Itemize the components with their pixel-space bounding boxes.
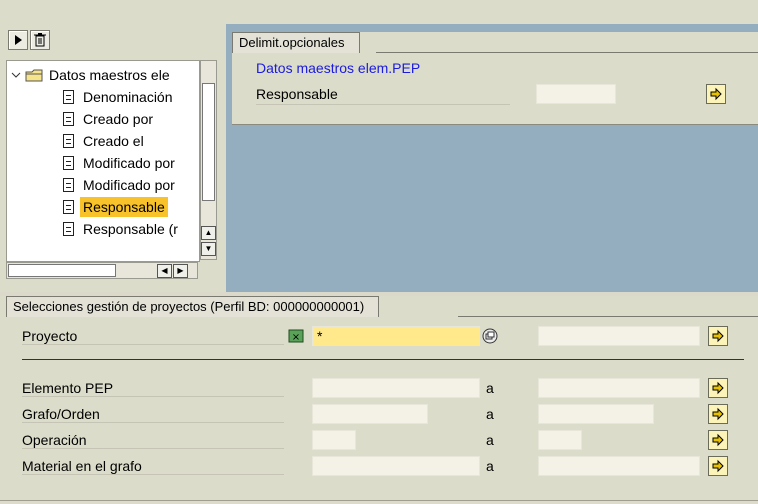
tree-horizontal-scrollbar[interactable]: ◀ ▶ — [6, 262, 198, 279]
tree-root-label: Datos maestros ele — [49, 67, 170, 83]
tab-divider — [458, 316, 758, 317]
operation-from-input[interactable] — [312, 430, 356, 450]
field-underline — [22, 396, 284, 397]
network-material-to-input[interactable] — [538, 456, 700, 476]
top-strip — [0, 0, 758, 24]
operation-multiple-selection-button[interactable] — [708, 430, 728, 450]
optional-delimitations-panel: Delimit.opcionales Datos maestros elem.P… — [232, 32, 758, 125]
tree-item-label: Denominación — [83, 89, 173, 105]
network-order-from-input[interactable] — [312, 404, 428, 424]
tab-optional-delimitations[interactable]: Delimit.opcionales — [232, 32, 360, 53]
svg-text:×: × — [292, 332, 300, 343]
range-separator: a — [486, 406, 494, 422]
tab-project-selections[interactable]: Selecciones gestión de proyectos (Perfil… — [6, 296, 380, 317]
range-separator: a — [486, 432, 494, 448]
range-separator: a — [486, 380, 494, 396]
field-underline — [22, 474, 284, 475]
wbs-element-from-input[interactable] — [312, 378, 480, 398]
tree-item[interactable]: Creado por — [7, 109, 199, 129]
project-multiple-selection-button[interactable] — [708, 326, 728, 346]
arrow-right-icon — [712, 407, 724, 421]
document-icon — [63, 134, 74, 148]
document-icon — [63, 156, 74, 170]
tree-item[interactable]: Modificado por — [7, 175, 199, 195]
arrow-right-icon — [712, 381, 724, 395]
arrow-right-icon — [710, 87, 722, 101]
tree-item-label: Responsable (r — [83, 221, 178, 237]
responsable-input[interactable] — [536, 84, 616, 104]
wbs-element-multiple-selection-button[interactable] — [708, 378, 728, 398]
tree-root[interactable]: Datos maestros ele — [7, 65, 199, 85]
document-icon — [63, 200, 74, 214]
tree-view: Datos maestros ele Denominación Creado p… — [6, 60, 200, 262]
document-icon — [63, 222, 74, 236]
tree-item-label: Creado por — [83, 111, 154, 127]
field-label-responsable: Responsable — [256, 86, 338, 102]
scroll-thumb[interactable] — [8, 264, 116, 277]
delete-button[interactable] — [30, 30, 50, 50]
document-icon — [63, 90, 74, 104]
project-input[interactable]: * — [312, 326, 480, 346]
tree-item[interactable]: Creado el — [7, 131, 199, 151]
tree-panel: Datos maestros ele Denominación Creado p… — [0, 24, 226, 292]
tree-item-selected[interactable]: Responsable — [7, 197, 199, 217]
multiple-selection-icon[interactable] — [482, 328, 498, 344]
selection-panel: Selecciones gestión de proyectos (Perfil… — [0, 296, 758, 504]
tab-divider — [376, 52, 758, 53]
scroll-right-button[interactable]: ▶ — [173, 264, 188, 278]
wbs-element-to-input[interactable] — [538, 378, 700, 398]
network-order-to-input[interactable] — [538, 404, 654, 424]
trash-icon — [34, 33, 46, 47]
network-order-label: Grafo/Orden — [22, 406, 100, 422]
operation-label: Operación — [22, 432, 87, 448]
tree-item-label: Creado el — [83, 133, 144, 149]
tree-vertical-scrollbar[interactable]: ▲ ▼ — [200, 60, 217, 260]
scroll-thumb[interactable] — [202, 83, 215, 201]
scroll-up-button[interactable]: ▲ — [201, 226, 216, 240]
scroll-left-button[interactable]: ◀ — [157, 264, 172, 278]
match-code-icon[interactable]: × — [288, 328, 304, 344]
tree-item[interactable]: Denominación — [7, 87, 199, 107]
wbs-element-label: Elemento PEP — [22, 380, 114, 396]
expand-chevron-icon[interactable] — [11, 70, 21, 80]
arrow-right-icon — [712, 329, 724, 343]
arrow-right-icon — [712, 433, 724, 447]
network-material-label: Material en el grafo — [22, 458, 142, 474]
field-underline — [22, 422, 284, 423]
tree-item[interactable]: Modificado por — [7, 153, 199, 173]
project-label: Proyecto — [22, 328, 78, 344]
tree-item-label: Responsable — [80, 197, 168, 217]
panel-bottom-border — [0, 500, 758, 501]
range-separator: a — [486, 458, 494, 474]
field-underline — [22, 448, 284, 449]
tree-item-label: Modificado por — [83, 155, 175, 171]
network-order-multiple-selection-button[interactable] — [708, 404, 728, 424]
tree-item-label: Modificado por — [83, 177, 175, 193]
scroll-down-button[interactable]: ▼ — [201, 242, 216, 256]
blue-area: Delimit.opcionales Datos maestros elem.P… — [226, 24, 758, 292]
network-material-from-input[interactable] — [312, 456, 480, 476]
multiple-selection-button[interactable] — [706, 84, 726, 104]
document-icon — [63, 178, 74, 192]
execute-button[interactable] — [8, 30, 28, 50]
operation-to-input[interactable] — [538, 430, 582, 450]
document-icon — [63, 112, 74, 126]
group-title[interactable]: Datos maestros elem.PEP — [256, 60, 420, 76]
network-material-multiple-selection-button[interactable] — [708, 456, 728, 476]
folder-icon — [25, 69, 43, 82]
arrow-right-icon — [712, 459, 724, 473]
play-icon — [15, 35, 22, 45]
tree-item[interactable]: Responsable (r — [7, 219, 199, 239]
section-separator — [22, 359, 744, 360]
project-to-input[interactable] — [538, 326, 700, 346]
field-underline — [256, 104, 510, 105]
field-underline — [22, 344, 284, 345]
